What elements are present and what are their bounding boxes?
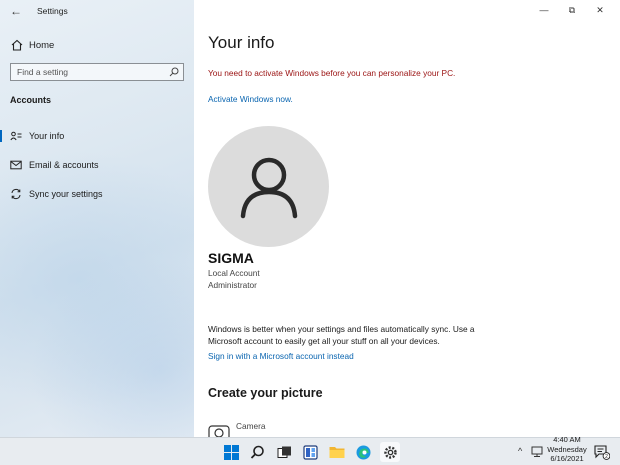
mail-icon (10, 160, 22, 170)
home-nav-item[interactable]: Home (10, 38, 54, 52)
back-arrow-icon[interactable]: ← (10, 4, 24, 18)
window-title: Settings (37, 5, 68, 16)
avatar (208, 126, 329, 247)
user-silhouette-icon (240, 157, 297, 218)
maximize-button[interactable]: ⧉ (558, 3, 586, 17)
sidebar-item-label: Your info (29, 131, 65, 141)
notification-count: 2 (605, 454, 608, 460)
search-box[interactable] (10, 63, 184, 81)
clock[interactable]: 4:40 AM Wednesday 6/16/2021 (545, 435, 589, 464)
camera-label[interactable]: Camera (236, 421, 266, 431)
task-view-icon[interactable] (274, 442, 294, 462)
person-card-icon (10, 131, 22, 141)
clock-time: 4:40 AM (553, 435, 581, 444)
widgets-icon[interactable] (300, 442, 320, 462)
minimize-button[interactable]: — (530, 3, 558, 17)
search-icon[interactable] (169, 67, 179, 77)
create-picture-heading: Create your picture (208, 386, 323, 400)
microsoft-signin-link[interactable]: Sign in with a Microsoft account instead (208, 351, 354, 361)
window-controls: — ⧉ ✕ (530, 3, 614, 17)
search-input[interactable] (17, 67, 167, 77)
close-button[interactable]: ✕ (586, 3, 614, 17)
section-title-accounts: Accounts (10, 95, 52, 105)
username: SIGMA (208, 250, 254, 266)
account-type: Local Account (208, 268, 260, 278)
sidebar-item-label: Sync your settings (29, 189, 103, 199)
page-title: Your info (208, 33, 275, 52)
network-icon[interactable] (531, 446, 543, 457)
sidebar: ← Settings Home Accounts Your info (0, 0, 194, 437)
clock-date: 6/16/2021 (550, 454, 584, 463)
search-icon[interactable] (247, 442, 267, 462)
camera-icon[interactable] (208, 423, 230, 437)
clock-day: Wednesday (547, 444, 587, 454)
home-icon (11, 39, 23, 51)
sidebar-item-sync-settings[interactable]: Sync your settings (0, 185, 194, 203)
activation-warning: You need to activate Windows before you … (208, 68, 456, 78)
sync-icon (11, 188, 21, 200)
selected-indicator (0, 130, 2, 142)
notification-center-icon[interactable]: 2 (594, 444, 610, 460)
edge-icon[interactable] (353, 442, 373, 462)
home-label: Home (29, 39, 55, 51)
sidebar-item-email-accounts[interactable]: Email & accounts (0, 156, 194, 174)
sidebar-item-your-info[interactable]: Your info (0, 127, 194, 145)
tray-overflow-chevron[interactable]: ^ (518, 446, 522, 456)
main-content: — ⧉ ✕ Your info You need to activate Win… (194, 0, 620, 437)
sync-description: Windows is better when your settings and… (208, 324, 475, 346)
sidebar-item-label: Email & accounts (29, 160, 99, 170)
windows-start-icon[interactable] (221, 442, 241, 462)
settings-icon[interactable] (380, 442, 400, 462)
account-role: Administrator (208, 280, 257, 290)
file-explorer-icon[interactable] (327, 442, 347, 462)
activate-windows-link[interactable]: Activate Windows now. (208, 94, 293, 104)
taskbar: ^ 2 (0, 437, 620, 465)
title-bar: ← Settings (0, 0, 194, 20)
